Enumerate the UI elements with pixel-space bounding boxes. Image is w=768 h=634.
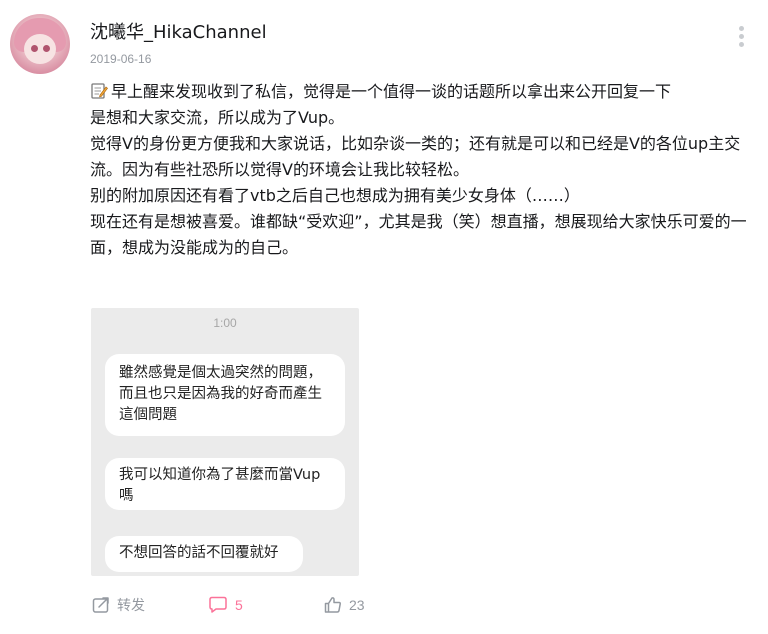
forward-icon xyxy=(92,597,109,613)
post-paragraph-4: 别的附加原因还有看了vtb之后自己也想成为拥有美少女身体（……） xyxy=(90,186,580,205)
like-count: 23 xyxy=(349,597,365,613)
avatar[interactable] xyxy=(10,14,70,74)
post-paragraph-3: 觉得V的身份更方便我和大家说话，比如杂谈一类的；还有就是可以和已经是V的各位up… xyxy=(90,134,741,179)
chat-timestamp: 1:00 xyxy=(213,316,237,330)
memo-icon xyxy=(91,83,108,99)
post-date: 2019-06-16 xyxy=(90,52,152,66)
forward-button[interactable]: 转发 xyxy=(91,592,145,618)
chat-message: 雖然感覺是個太過突然的問題，而且也只是因為我的好奇而產生這個問題 xyxy=(105,354,345,436)
post-image[interactable]: 1:00 雖然感覺是個太過突然的問題，而且也只是因為我的好奇而產生這個問題 我可… xyxy=(91,308,359,576)
avatar-eye-left xyxy=(31,45,38,52)
like-button[interactable]: 23 xyxy=(323,592,365,618)
username[interactable]: 沈曦华_HikaChannel xyxy=(90,21,267,45)
paragraph-text: 早上醒来发现收到了私信，觉得是一个值得一谈的话题所以拿出来公开回复一下 xyxy=(111,82,672,101)
post-paragraph-1: 早上醒来发现收到了私信，觉得是一个值得一谈的话题所以拿出来公开回复一下 xyxy=(90,79,750,105)
post-paragraph-2: 是想和大家交流，所以成为了Vup。 xyxy=(90,108,345,127)
avatar-face xyxy=(24,34,56,64)
more-options-icon[interactable] xyxy=(734,24,748,52)
thumbs-up-icon xyxy=(324,597,341,613)
comment-button[interactable]: 5 xyxy=(207,592,243,618)
post-actions: 转发 5 23 xyxy=(91,592,491,618)
post-content: 早上醒来发现收到了私信，觉得是一个值得一谈的话题所以拿出来公开回复一下 是想和大… xyxy=(90,79,750,261)
chat-message: 我可以知道你為了甚麼而當Vup嗎 xyxy=(105,458,345,510)
post-paragraph-5: 现在还有是想被喜爱。谁都缺“受欢迎”，尤其是我（笑）想直播，想展现给大家快乐可爱… xyxy=(90,212,747,257)
chat-message: 不想回答的話不回覆就好 xyxy=(105,536,303,572)
comment-icon xyxy=(209,596,227,613)
comment-count: 5 xyxy=(235,597,243,613)
avatar-eye-right xyxy=(43,45,50,52)
forward-label: 转发 xyxy=(117,597,145,613)
